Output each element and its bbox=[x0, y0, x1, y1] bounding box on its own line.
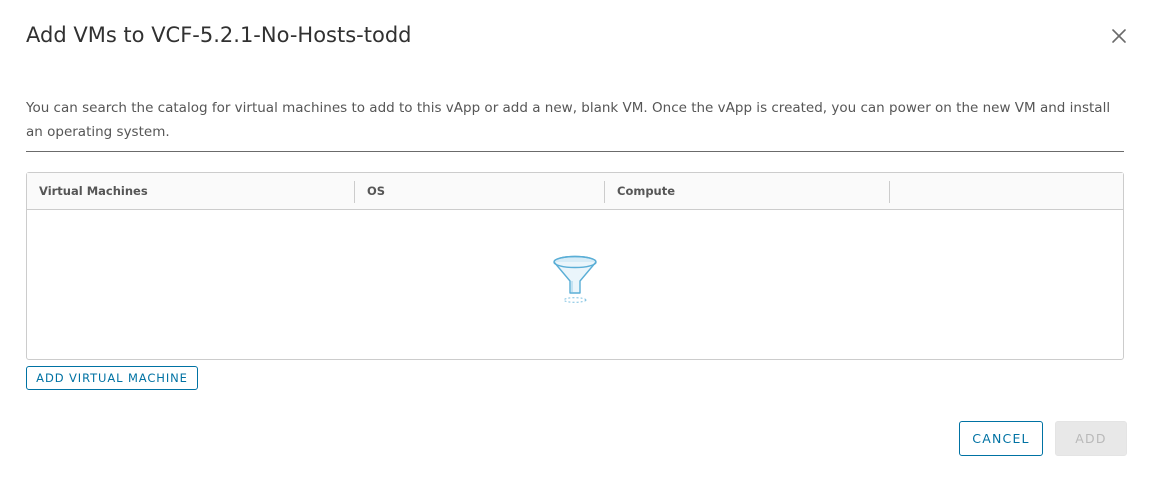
column-header-compute[interactable]: Compute bbox=[617, 173, 877, 209]
column-separator[interactable] bbox=[354, 181, 355, 203]
close-icon[interactable] bbox=[1108, 25, 1130, 47]
dialog-description: You can search the catalog for virtual m… bbox=[26, 100, 1111, 140]
filter-funnel-icon bbox=[551, 253, 599, 303]
column-header-virtual-machines[interactable]: Virtual Machines bbox=[39, 173, 349, 209]
column-header-extra bbox=[902, 173, 1102, 209]
add-vms-dialog: Add VMs to VCF-5.2.1-No-Hosts-todd You c… bbox=[0, 0, 1151, 480]
column-header-os[interactable]: OS bbox=[367, 173, 597, 209]
dialog-title: Add VMs to VCF-5.2.1-No-Hosts-todd bbox=[26, 23, 412, 47]
column-separator[interactable] bbox=[889, 181, 890, 203]
add-button[interactable]: ADD bbox=[1055, 421, 1127, 456]
datagrid-header: Virtual Machines OS Compute bbox=[27, 173, 1123, 210]
vm-datagrid: Virtual Machines OS Compute bbox=[26, 172, 1124, 360]
column-separator[interactable] bbox=[604, 181, 605, 203]
add-virtual-machine-button[interactable]: ADD VIRTUAL MACHINE bbox=[26, 366, 198, 390]
cancel-button[interactable]: CANCEL bbox=[959, 421, 1043, 456]
description-divider bbox=[26, 151, 1124, 152]
